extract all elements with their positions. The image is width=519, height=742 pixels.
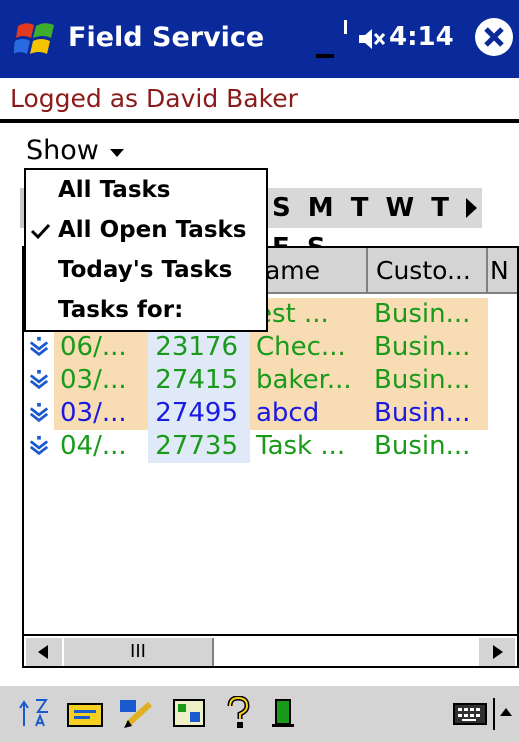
task-id-cell: 23176 — [155, 332, 238, 362]
table-row[interactable]: 03/... 27415 baker... Busin... — [24, 364, 517, 397]
column-header-customer[interactable]: Custo... — [368, 248, 488, 294]
sort-icon[interactable] — [18, 696, 50, 730]
task-date-cell: 06/... — [60, 332, 127, 362]
scroll-left-icon[interactable] — [26, 638, 62, 666]
show-filter-button[interactable]: Show — [26, 135, 99, 166]
task-customer-cell: Busin... — [374, 365, 471, 395]
show-filter-menu: All Tasks All Open Tasks Today's Tasks T… — [24, 168, 268, 332]
horizontal-scrollbar[interactable]: III — [24, 634, 517, 666]
task-date-cell: 04/... — [60, 431, 127, 461]
windows-start-icon[interactable] — [14, 18, 58, 60]
edit-icon[interactable] — [118, 696, 156, 730]
antenna-icon[interactable] — [310, 14, 350, 64]
day-strip[interactable]: S M T W T F S — [268, 188, 462, 263]
menu-up-arrow-icon[interactable] — [492, 696, 516, 730]
priority-icon — [29, 369, 49, 390]
task-date-cell: 03/... — [60, 365, 127, 395]
column-header-n[interactable]: N — [488, 248, 517, 294]
task-name-cell: baker... — [256, 365, 352, 395]
table-row[interactable]: 06/... 23176 Chec... Busin... — [24, 331, 517, 364]
task-name-cell: Task ... — [256, 431, 346, 461]
help-icon[interactable] — [222, 696, 254, 730]
menu-item-all-open-tasks[interactable]: All Open Tasks — [26, 210, 266, 250]
menu-item-all-tasks[interactable]: All Tasks — [26, 170, 266, 210]
task-id-cell: 27415 — [155, 365, 238, 395]
clock[interactable]: 4:14 — [389, 22, 454, 52]
chevron-down-icon[interactable] — [110, 149, 124, 157]
scroll-thumb[interactable]: III — [64, 638, 214, 666]
task-id-cell: 27495 — [155, 398, 238, 428]
next-arrow-icon[interactable] — [460, 188, 482, 228]
task-name-cell: Chec... — [256, 332, 346, 362]
task-customer-cell: Busin... — [374, 398, 471, 428]
table-row[interactable]: 03/... 27495 abcd Busin... — [24, 397, 517, 430]
table-row[interactable]: 04/... 27735 Task ... Busin... — [24, 430, 517, 463]
check-icon — [30, 223, 51, 240]
priority-icon — [29, 435, 49, 456]
priority-icon — [29, 336, 49, 357]
task-date-cell: 03/... — [60, 398, 127, 428]
task-customer-cell: Busin... — [374, 431, 471, 461]
close-icon[interactable] — [473, 16, 515, 58]
priority-icon — [29, 402, 49, 423]
menu-item-tasks-for[interactable]: Tasks for: — [26, 290, 266, 330]
exit-door-icon[interactable] — [268, 696, 300, 730]
message-icon[interactable] — [66, 696, 104, 730]
task-id-cell: 27735 — [155, 431, 238, 461]
task-name-cell: abcd — [256, 398, 320, 428]
task-customer-cell: Busin... — [374, 332, 471, 362]
separator — [0, 119, 519, 123]
app-title: Field Service — [68, 22, 265, 53]
keyboard-icon[interactable] — [452, 696, 488, 730]
map-icon[interactable] — [172, 696, 208, 730]
logged-user-label: Logged as David Baker — [10, 84, 298, 113]
menu-item-todays-tasks[interactable]: Today's Tasks — [26, 250, 266, 290]
task-customer-cell: Busin... — [374, 299, 471, 329]
scroll-right-icon[interactable] — [479, 638, 515, 666]
bottom-toolbar — [0, 684, 519, 742]
speaker-muted-icon[interactable] — [357, 26, 385, 52]
title-bar: Field Service 4:14 — [0, 0, 519, 78]
